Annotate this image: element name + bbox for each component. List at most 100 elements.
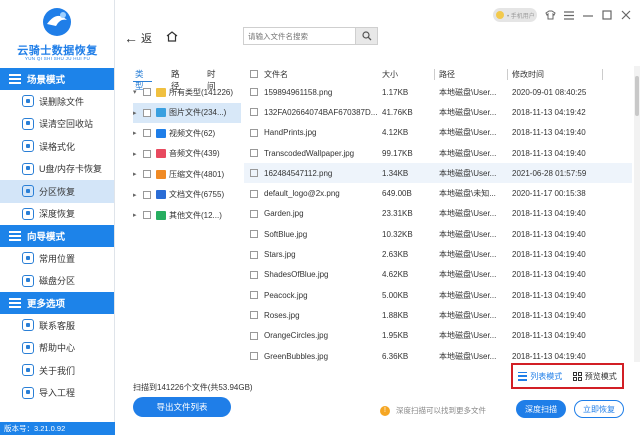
vertical-scrollbar[interactable] [634, 66, 640, 362]
more-options-icon [9, 298, 21, 308]
back-button[interactable]: ← 返 [124, 30, 152, 46]
tree-item[interactable]: ▸ 文档文件(6755) [133, 185, 241, 206]
close-icon[interactable] [620, 9, 632, 21]
table-row[interactable]: 132FA02664074BAF670387D... 41.76KB 本地磁盘\Us… [244, 102, 632, 122]
table-row[interactable]: ShadesOfBlue.jpg 4.62KB 本地磁盘\User... 2018-1… [244, 265, 632, 285]
tree-item[interactable]: ▸ 压缩文件(4801) [133, 164, 241, 185]
tree-tab[interactable]: 时间 [205, 66, 224, 91]
search-input[interactable] [244, 28, 355, 44]
tree-item-checkbox[interactable] [143, 190, 151, 199]
sidebar-item[interactable]: U盘/内存卡恢复 [0, 158, 114, 181]
cell-size: 1.88KB [382, 310, 409, 320]
table-row[interactable]: Stars.jpg 2.63KB 本地磁盘\User... 2018-11-13 04… [244, 244, 632, 264]
skin-icon[interactable] [544, 9, 556, 21]
type-tree: ▾ 所有类型(141226) ▸ 图片文件(234...) ▸ 视频文件(62) ▸ 音频文件… [133, 82, 241, 226]
table-row[interactable]: SoftBlue.jpg 10.32KB 本地磁盘\User... 2018-11-1… [244, 224, 632, 244]
expand-toggle-icon[interactable]: ▾ [133, 88, 143, 96]
tree-tab[interactable]: 类型 [133, 66, 152, 91]
type-tree-panel: 类型 路径 时间 ▾ 所有类型(141226) ▸ 图片文件(234...) ▸ 视频文件(6… [133, 66, 241, 372]
sidebar-item[interactable]: 导入工程 [0, 382, 114, 405]
file-type-icon [156, 149, 166, 159]
cell-date: 2021-06-28 01:57:59 [512, 168, 587, 178]
tree-item-label: 压缩文件(4801) [169, 169, 225, 179]
expand-toggle-icon[interactable]: ▸ [133, 191, 143, 199]
cell-path: 本地磁盘\User... [439, 128, 497, 138]
expand-toggle-icon[interactable]: ▸ [133, 211, 143, 219]
cell-size: 649.00B [382, 189, 412, 199]
preview-mode-button[interactable]: 预览模式 [572, 371, 617, 382]
home-icon[interactable] [166, 31, 178, 42]
sidebar-item-label: U盘/内存卡恢复 [39, 164, 103, 175]
cell-name: 162484547112.png [264, 168, 333, 178]
tree-item[interactable]: ▾ 所有类型(141226) [133, 82, 241, 103]
table-row[interactable]: Garden.jpg 23.31KB 本地磁盘\User... 2018-11-13 … [244, 204, 632, 224]
cell-size: 4.62KB [382, 270, 409, 280]
sidebar-item[interactable]: 帮助中心 [0, 337, 114, 360]
tree-item-checkbox[interactable] [143, 129, 151, 138]
tree-item-label: 文档文件(6755) [169, 190, 225, 200]
sidebar-item[interactable]: 磁盘分区 [0, 270, 114, 293]
sidebar-item-label: 深度恢复 [39, 209, 76, 220]
maximize-icon[interactable] [601, 9, 613, 21]
export-list-button[interactable]: 导出文件列表 [133, 397, 231, 417]
sidebar-item[interactable]: 误格式化 [0, 135, 114, 158]
cell-date: 2018-11-13 04:19:40 [512, 148, 586, 158]
table-row[interactable]: Peacock.jpg 5.00KB 本地磁盘\User... 2018-11-13 … [244, 285, 632, 305]
cell-date: 2020-09-01 08:40:25 [512, 87, 587, 97]
scrollbar-thumb[interactable] [635, 76, 639, 116]
table-row[interactable]: OrangeCircles.jpg 1.95KB 本地磁盘\User... 2018-… [244, 326, 632, 346]
recover-now-button[interactable]: 立即恢复 [574, 400, 624, 418]
table-row[interactable]: TranscodedWallpaper.jpg 99.17KB 本地磁盘\User.… [244, 143, 632, 163]
search-button[interactable] [355, 28, 377, 44]
tree-item-checkbox[interactable] [143, 211, 151, 220]
cell-path: 本地磁盘\User... [439, 229, 497, 239]
col-header-path[interactable]: 路径 [439, 69, 503, 80]
cell-size: 41.76KB [382, 107, 413, 117]
table-row[interactable]: 159894961158.png 1.17KB 本地磁盘\User... 2020-0… [244, 82, 632, 102]
tree-item-checkbox[interactable] [143, 108, 151, 117]
list-mode-button[interactable]: 列表模式 [518, 371, 562, 382]
minimize-icon[interactable] [582, 9, 594, 21]
col-header-name[interactable]: 文件名 [254, 69, 382, 80]
sidebar-item[interactable]: 误清空回收站 [0, 113, 114, 136]
sidebar-item[interactable]: 关于我们 [0, 359, 114, 382]
sidebar-item[interactable]: 误删除文件 [0, 90, 114, 113]
table-row[interactable]: HandPrints.jpg 4.12KB 本地磁盘\User... 2018-11-… [244, 123, 632, 143]
sidebar-item[interactable]: 分区恢复 [0, 180, 114, 203]
expand-toggle-icon[interactable]: ▸ [133, 150, 143, 158]
tree-item-label: 其他文件(12...) [169, 210, 222, 220]
section-header: 向导模式 [0, 225, 114, 247]
col-header-date[interactable]: 修改时间 [512, 69, 598, 80]
table-header: 文件名 大小 路径 修改时间 [244, 66, 632, 82]
deep-scan-button[interactable]: 深度扫描 [516, 400, 566, 418]
tree-tab[interactable]: 路径 [169, 66, 188, 91]
expand-toggle-icon[interactable]: ▸ [133, 109, 143, 117]
cell-name: TranscodedWallpaper.jpg [264, 148, 355, 158]
cell-date: 2018-11-13 04:19:40 [512, 290, 586, 300]
tree-item[interactable]: ▸ 图片文件(234...) [133, 102, 241, 123]
sidebar-item[interactable]: 常用位置 [0, 247, 114, 270]
expand-toggle-icon[interactable]: ▸ [133, 129, 143, 137]
tree-item-checkbox[interactable] [143, 170, 151, 179]
tree-item[interactable]: ▸ 视频文件(62) [133, 123, 241, 144]
tree-item-checkbox[interactable] [143, 149, 151, 158]
tree-item[interactable]: ▸ 音频文件(439) [133, 144, 241, 165]
table-row[interactable]: 162484547112.png 1.34KB 本地磁盘\User... 2021-0… [244, 163, 632, 184]
tree-item-checkbox[interactable] [143, 88, 151, 97]
cell-path: 本地磁盘\User... [439, 250, 497, 260]
cell-date: 2018-11-13 04:19:40 [512, 270, 586, 280]
cell-size: 4.12KB [382, 128, 409, 138]
table-row[interactable]: default_logo@2x.png 649.00B 本地磁盘\未知... 2020… [244, 183, 632, 203]
sidebar-item[interactable]: 深度恢复 [0, 203, 114, 226]
user-badge[interactable]: • 手机用户 [493, 8, 537, 22]
nav-item-icon [22, 117, 34, 130]
menu-icon[interactable] [563, 9, 575, 21]
cell-name: Stars.jpg [264, 250, 296, 260]
expand-toggle-icon[interactable]: ▸ [133, 170, 143, 178]
sidebar-item[interactable]: 联系客服 [0, 314, 114, 337]
table-row[interactable]: GreenBubbles.jpg 6.36KB 本地磁盘\User... 2018-1… [244, 346, 632, 362]
col-header-size[interactable]: 大小 [382, 69, 430, 80]
table-row[interactable]: Roses.jpg 1.88KB 本地磁盘\User... 2018-11-13 04… [244, 305, 632, 325]
tree-item[interactable]: ▸ 其他文件(12...) [133, 205, 241, 226]
file-type-icon [156, 128, 166, 138]
